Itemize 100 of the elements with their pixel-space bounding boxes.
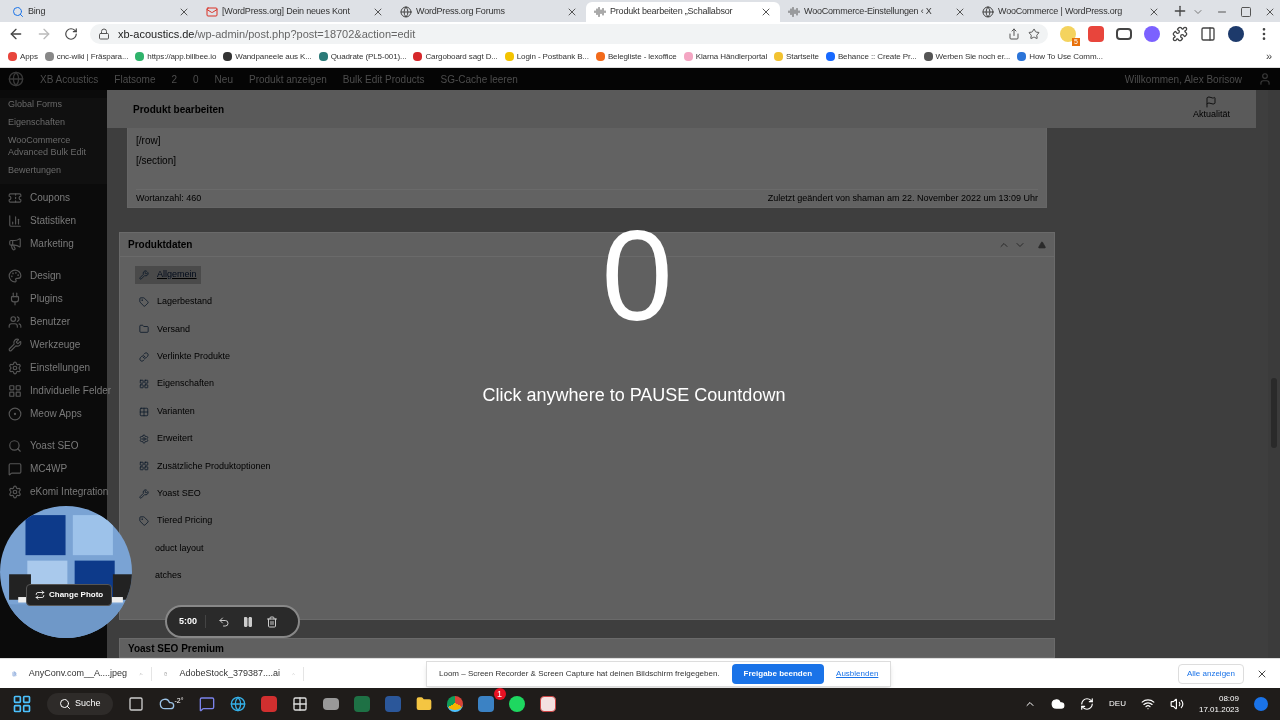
bookmark-star-icon[interactable] — [1028, 28, 1040, 40]
admin-bar-item[interactable]: Bulk Edit Products — [342, 71, 425, 87]
bookmark[interactable]: Behance :: Create Pr... — [825, 50, 917, 63]
browser-tab[interactable]: Bing — [4, 2, 198, 22]
sidebar-item[interactable]: MC4WP — [0, 460, 107, 477]
bookmark[interactable]: Wandpaneele aus K... — [223, 50, 312, 63]
submenu-item[interactable]: Eigenschaften — [8, 116, 99, 128]
submenu-item[interactable]: Global Forms — [8, 98, 99, 110]
browser-tab[interactable]: [WordPress.org] Dein neues Kont — [198, 2, 392, 22]
cloud-icon[interactable] — [1051, 697, 1066, 711]
delete-icon[interactable] — [266, 615, 278, 628]
bookmark[interactable]: How To Use Comm... — [1017, 50, 1103, 63]
product-data-tab[interactable]: Yoast SEO — [135, 484, 205, 503]
close-icon[interactable] — [760, 6, 772, 18]
sidebar-item[interactable]: Yoast SEO — [0, 437, 107, 454]
close-icon[interactable] — [1264, 6, 1276, 18]
bookmark[interactable]: https://app.billbee.io — [135, 50, 217, 63]
browser-icon[interactable] — [229, 696, 246, 712]
admin-bar-item[interactable]: XB Acoustics — [40, 71, 99, 87]
profile-avatar[interactable] — [1228, 26, 1244, 42]
pause-icon[interactable] — [242, 615, 254, 628]
mail-icon — [206, 6, 218, 18]
sidebar-item[interactable]: eKomi Integration — [0, 483, 107, 500]
back-icon[interactable] — [8, 26, 24, 42]
sidebar-item[interactable]: Einstellungen — [0, 359, 107, 376]
sidebar-item[interactable]: Meow Apps — [0, 405, 107, 422]
bookmark[interactable]: Startseite — [774, 50, 819, 63]
admin-bar-item[interactable]: 0 — [193, 71, 199, 87]
more-bookmarks[interactable]: » — [1265, 48, 1272, 65]
update-action[interactable]: Aktualität — [1192, 96, 1230, 122]
browser-tab[interactable]: WordPress.org Forums — [392, 2, 586, 22]
share-icon[interactable] — [1008, 28, 1020, 40]
product-data-tab[interactable]: Tiered Pricing — [135, 512, 217, 531]
sync-icon[interactable] — [1080, 697, 1095, 711]
countdown-hint[interactable]: Click anywhere to PAUSE Countdown — [434, 382, 834, 409]
chat-icon[interactable] — [198, 696, 215, 712]
close-icon[interactable] — [954, 6, 966, 18]
start-icon[interactable] — [12, 694, 32, 714]
search-field[interactable]: Suche — [47, 693, 113, 715]
admin-bar-item[interactable]: Neu — [214, 71, 233, 87]
extension-icon[interactable] — [1116, 28, 1132, 40]
sidebar-item[interactable]: Statistiken — [0, 212, 107, 229]
wifi-icon[interactable] — [1140, 697, 1155, 711]
language-indicator[interactable]: DEU — [1109, 698, 1126, 710]
greeting[interactable]: Willkommen, Alex Borisow — [1124, 71, 1242, 87]
product-data-tab[interactable]: Verlinkte Produkte — [135, 347, 235, 366]
task-view-icon[interactable] — [127, 696, 144, 712]
browser-tab[interactable]: WooCommerce-Einstellungen ‹ X — [780, 2, 974, 22]
close-icon[interactable] — [566, 6, 578, 18]
sidebar-item[interactable]: Marketing — [0, 235, 107, 252]
sidebar-item[interactable]: Werkzeuge — [0, 336, 107, 353]
browser-tab[interactable]: Produkt bearbeiten „Schallabsor — [586, 2, 780, 22]
bookmark[interactable]: Apps — [8, 50, 38, 63]
side-panel-icon[interactable] — [1200, 26, 1216, 42]
sidebar-item[interactable]: Design — [0, 267, 107, 284]
sidebar-item[interactable]: Coupons — [0, 189, 107, 206]
product-data-tab[interactable]: atches — [151, 566, 186, 585]
submenu-item[interactable]: Bewertungen — [8, 164, 99, 176]
browser-tab[interactable]: WooCommerce | WordPress.org — [974, 2, 1168, 22]
close-icon[interactable] — [1148, 6, 1160, 18]
hide-link[interactable]: Ausblenden — [836, 667, 879, 680]
product-data-tab[interactable]: Zusätzliche Produktoptionen — [135, 457, 275, 476]
extension-icon[interactable] — [1144, 26, 1160, 42]
bookmark[interactable]: Quadrate (PL5-001)... — [318, 50, 407, 63]
bookmark[interactable]: Login - Postbank B... — [504, 50, 589, 63]
bookmark[interactable]: Belegliste - lexoffice — [595, 50, 677, 63]
product-data-tab[interactable]: Varianten — [135, 402, 199, 421]
address-field[interactable]: xb-acoustics.de/wp-admin/post.php?post=18702&action=edit — [90, 24, 1048, 44]
extensions-icon[interactable] — [1172, 26, 1188, 42]
close-icon[interactable] — [372, 6, 384, 18]
app-icon[interactable] — [291, 696, 308, 712]
bookmark[interactable]: Klarna Händlerportal — [683, 50, 768, 63]
restore-icon[interactable] — [1240, 6, 1252, 18]
product-data-tab[interactable]: Erweitert — [135, 429, 197, 448]
submenu-item[interactable]: WooCommerce Advanced Bulk Edit — [8, 134, 99, 158]
reload-icon[interactable] — [64, 27, 78, 41]
admin-bar-item[interactable]: Flatsome — [114, 71, 156, 87]
tab-icon — [139, 324, 149, 335]
download-item[interactable]: AnyConv.com__A....jpeg — [12, 666, 152, 681]
admin-bar-item[interactable]: SG-Cache leeren — [440, 71, 518, 87]
admin-bar-item[interactable]: 2 — [171, 71, 178, 87]
bookmark[interactable]: Cargoboard sagt D... — [413, 50, 498, 63]
product-data-tab[interactable]: Lagerbestand — [135, 293, 217, 312]
bookmark[interactable]: Werben Sie noch er... — [923, 50, 1011, 63]
admin-bar-item[interactable]: Produkt anzeigen — [248, 71, 327, 87]
product-data-tab[interactable]: oduct layout — [151, 539, 208, 558]
bookmark[interactable]: cnc-wiki | Fräspara... — [44, 50, 129, 63]
new-tab-icon[interactable] — [1172, 3, 1188, 19]
product-data-tab[interactable]: Eigenschaften — [135, 375, 219, 394]
stop-sharing-button[interactable]: Freigabe beenden — [731, 663, 825, 684]
sidebar-item[interactable]: Benutzer — [0, 313, 107, 330]
sidebar-item[interactable]: Plugins — [0, 290, 107, 307]
product-data-tab[interactable]: Versand — [135, 320, 195, 339]
close-icon[interactable] — [178, 6, 190, 18]
clock[interactable]: 08:09 17.01.2023 — [1198, 693, 1239, 715]
undo-icon[interactable] — [218, 615, 230, 628]
download-item[interactable]: AdobeStock_379387....ai — [164, 666, 304, 681]
folder-icon[interactable] — [415, 696, 432, 712]
show-all-button[interactable]: Alle anzeigen — [1177, 663, 1244, 684]
volume-icon[interactable] — [1169, 697, 1184, 711]
